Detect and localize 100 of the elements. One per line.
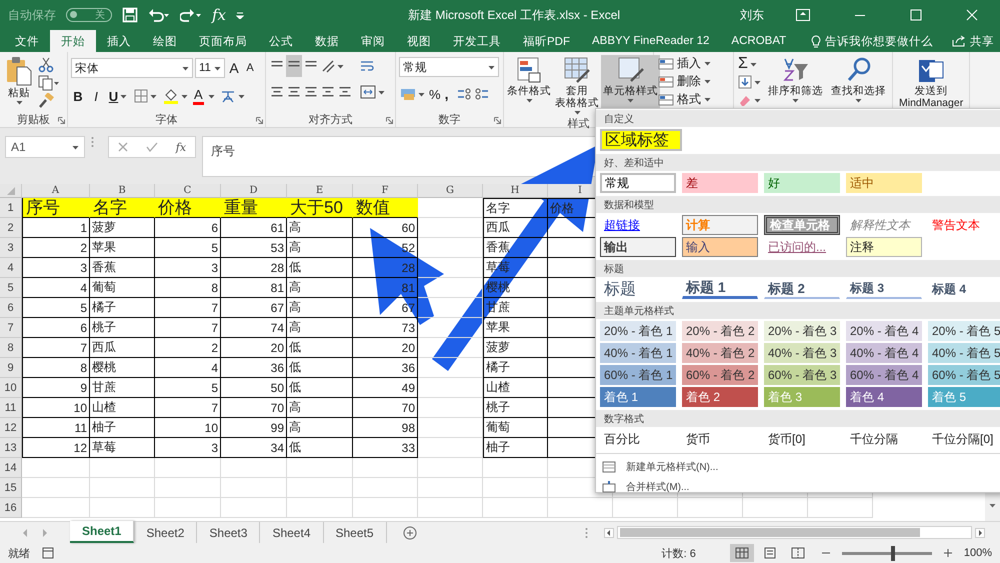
row-header[interactable]: 2 — [0, 218, 22, 238]
row-header[interactable]: 7 — [0, 318, 22, 338]
cell-style-option[interactable]: 60% - 着色 1 — [600, 365, 676, 385]
cell-style-option[interactable]: 警告文本 — [928, 215, 1000, 235]
row-header[interactable]: 10 — [0, 378, 22, 398]
ribbon-tab[interactable]: 视图 — [396, 30, 442, 52]
cell-style-option[interactable]: 解释性文本 — [846, 215, 922, 235]
user-name[interactable]: 刘东 — [740, 6, 764, 24]
cell-style-option[interactable]: 适中 — [846, 173, 922, 193]
font-color-button[interactable]: A — [193, 87, 204, 105]
ribbon-tab[interactable]: 开始 — [50, 30, 96, 52]
column-header[interactable]: G — [418, 184, 483, 198]
insert-function-button[interactable]: fx — [176, 140, 186, 154]
cell-style-option[interactable]: 20% - 着色 4 — [846, 321, 922, 341]
ribbon-tab[interactable]: 绘图 — [142, 30, 188, 52]
row-header[interactable]: 1 — [0, 198, 22, 218]
share-button[interactable]: 共享 — [952, 30, 994, 52]
cell-style-option[interactable]: 标题 1 — [682, 279, 758, 299]
cell-style-option[interactable]: 已访问的... — [764, 237, 840, 257]
column-header[interactable]: B — [90, 184, 155, 198]
cell-style-option[interactable]: 百分比 — [600, 429, 676, 449]
cell-style-option[interactable]: 着色 2 — [682, 387, 758, 407]
cells-button[interactable]: 删除 — [657, 73, 730, 90]
styles-button[interactable]: 条件格式 — [505, 55, 553, 116]
cell-style-option[interactable]: 千位分隔 — [846, 429, 922, 449]
italic-button[interactable]: I — [89, 85, 103, 107]
cell-style-option[interactable]: 千位分隔[0] — [928, 429, 1000, 449]
grow-font-button[interactable]: A — [227, 57, 241, 79]
column-header[interactable]: C — [155, 184, 221, 198]
ribbon-tab[interactable]: 审阅 — [350, 30, 396, 52]
cell-style-option[interactable]: 标题 — [600, 279, 676, 299]
zoom-level[interactable]: 100% — [964, 547, 992, 559]
cell-style-option[interactable]: 着色 1 — [600, 387, 676, 407]
name-box[interactable]: A1 — [5, 136, 85, 158]
row-header[interactable]: 15 — [0, 478, 22, 498]
cell-style-option[interactable]: 40% - 着色 4 — [846, 343, 922, 363]
cell-style-option[interactable]: 标题 2 — [764, 279, 840, 299]
cell-style-option[interactable]: 常规 — [600, 173, 676, 193]
font-size-field[interactable]: 11 — [195, 58, 225, 78]
column-header[interactable]: E — [287, 184, 353, 198]
ribbon-tab[interactable]: 文件 — [4, 30, 50, 52]
autosum-button[interactable]: Σ — [737, 55, 762, 73]
row-header[interactable]: 13 — [0, 438, 22, 458]
cells-button[interactable]: 插入 — [657, 55, 730, 72]
ribbon-tab[interactable]: 公式 — [258, 30, 304, 52]
cell-style-option[interactable]: 60% - 着色 4 — [846, 365, 922, 385]
font-name-field[interactable]: 宋体 — [71, 58, 193, 78]
column-header[interactable]: F — [353, 184, 418, 198]
ribbon-tab[interactable]: 页面布局 — [188, 30, 258, 52]
ribbon-tab[interactable]: 数据 — [304, 30, 350, 52]
cell-style-option[interactable]: 输出 — [600, 237, 676, 257]
comma-style-button[interactable]: , — [444, 83, 454, 105]
bold-button[interactable]: B — [71, 85, 85, 107]
cell-style-option[interactable]: 60% - 着色 3 — [764, 365, 840, 385]
underline-button[interactable]: U — [107, 85, 129, 107]
shrink-font-button[interactable]: A — [243, 57, 257, 79]
ribbon-tab[interactable]: ABBYY FineReader 12 — [581, 30, 720, 52]
cell-style-option[interactable]: 注释 — [846, 237, 922, 257]
cells-button[interactable]: 格式 — [657, 91, 730, 108]
paste-button[interactable]: 粘贴 — [3, 55, 35, 111]
cell-style-option[interactable]: 40% - 着色 3 — [764, 343, 840, 363]
percent-button[interactable]: % — [428, 83, 442, 105]
editing-button[interactable]: 查找和选择 — [829, 55, 888, 104]
editing-button[interactable]: 排序和筛选 — [766, 55, 825, 104]
cell-style-option[interactable]: 差 — [682, 173, 758, 193]
column-header[interactable]: D — [221, 184, 287, 198]
tell-me-search[interactable]: 告诉我你想要做什么 — [811, 30, 934, 52]
cell-style-option[interactable]: 货币 — [682, 429, 758, 449]
number-format-field[interactable]: 常规 — [399, 57, 499, 77]
cell-style-option[interactable]: 标题 4 — [928, 279, 1000, 299]
menu-item[interactable]: 新建单元格样式(N)... — [600, 458, 1000, 476]
cell-style-option[interactable]: 60% - 着色 5 — [928, 365, 1000, 385]
cell-style-option[interactable]: 着色 4 — [846, 387, 922, 407]
cell-style-option[interactable]: 货币[0] — [764, 429, 840, 449]
cell-style-option[interactable]: 40% - 着色 1 — [600, 343, 676, 363]
row-header[interactable]: 5 — [0, 278, 22, 298]
sheet-tab[interactable]: Sheet1 — [70, 521, 134, 543]
ribbon-tab[interactable]: 开发工具 — [442, 30, 512, 52]
row-header[interactable]: 8 — [0, 338, 22, 358]
cell-style-option[interactable]: 60% - 着色 2 — [682, 365, 758, 385]
cell-style-option[interactable]: 区域标签 — [600, 129, 682, 151]
row-header[interactable]: 6 — [0, 298, 22, 318]
ribbon-tab[interactable]: ACROBAT — [720, 30, 798, 52]
row-header[interactable]: 14 — [0, 458, 22, 478]
cell-style-option[interactable]: 20% - 着色 1 — [600, 321, 676, 341]
insert-function-button[interactable]: fx — [212, 6, 226, 24]
cell-style-option[interactable]: 40% - 着色 5 — [928, 343, 1000, 363]
row-header[interactable]: 4 — [0, 258, 22, 278]
row-header[interactable]: 3 — [0, 238, 22, 258]
ribbon-tab[interactable]: 插入 — [96, 30, 142, 52]
cell-style-option[interactable]: 输入 — [682, 237, 758, 257]
cell-style-option[interactable]: 40% - 着色 2 — [682, 343, 758, 363]
row-header[interactable]: 9 — [0, 358, 22, 378]
ribbon-tab[interactable]: 福昕PDF — [512, 30, 581, 52]
cell-style-option[interactable]: 标题 3 — [846, 279, 922, 299]
cell-style-option[interactable]: 超链接 — [600, 215, 676, 235]
column-header[interactable]: A — [22, 184, 90, 198]
row-header[interactable]: 12 — [0, 418, 22, 438]
row-header[interactable]: 16 — [0, 498, 22, 518]
cell-style-option[interactable]: 好 — [764, 173, 840, 193]
